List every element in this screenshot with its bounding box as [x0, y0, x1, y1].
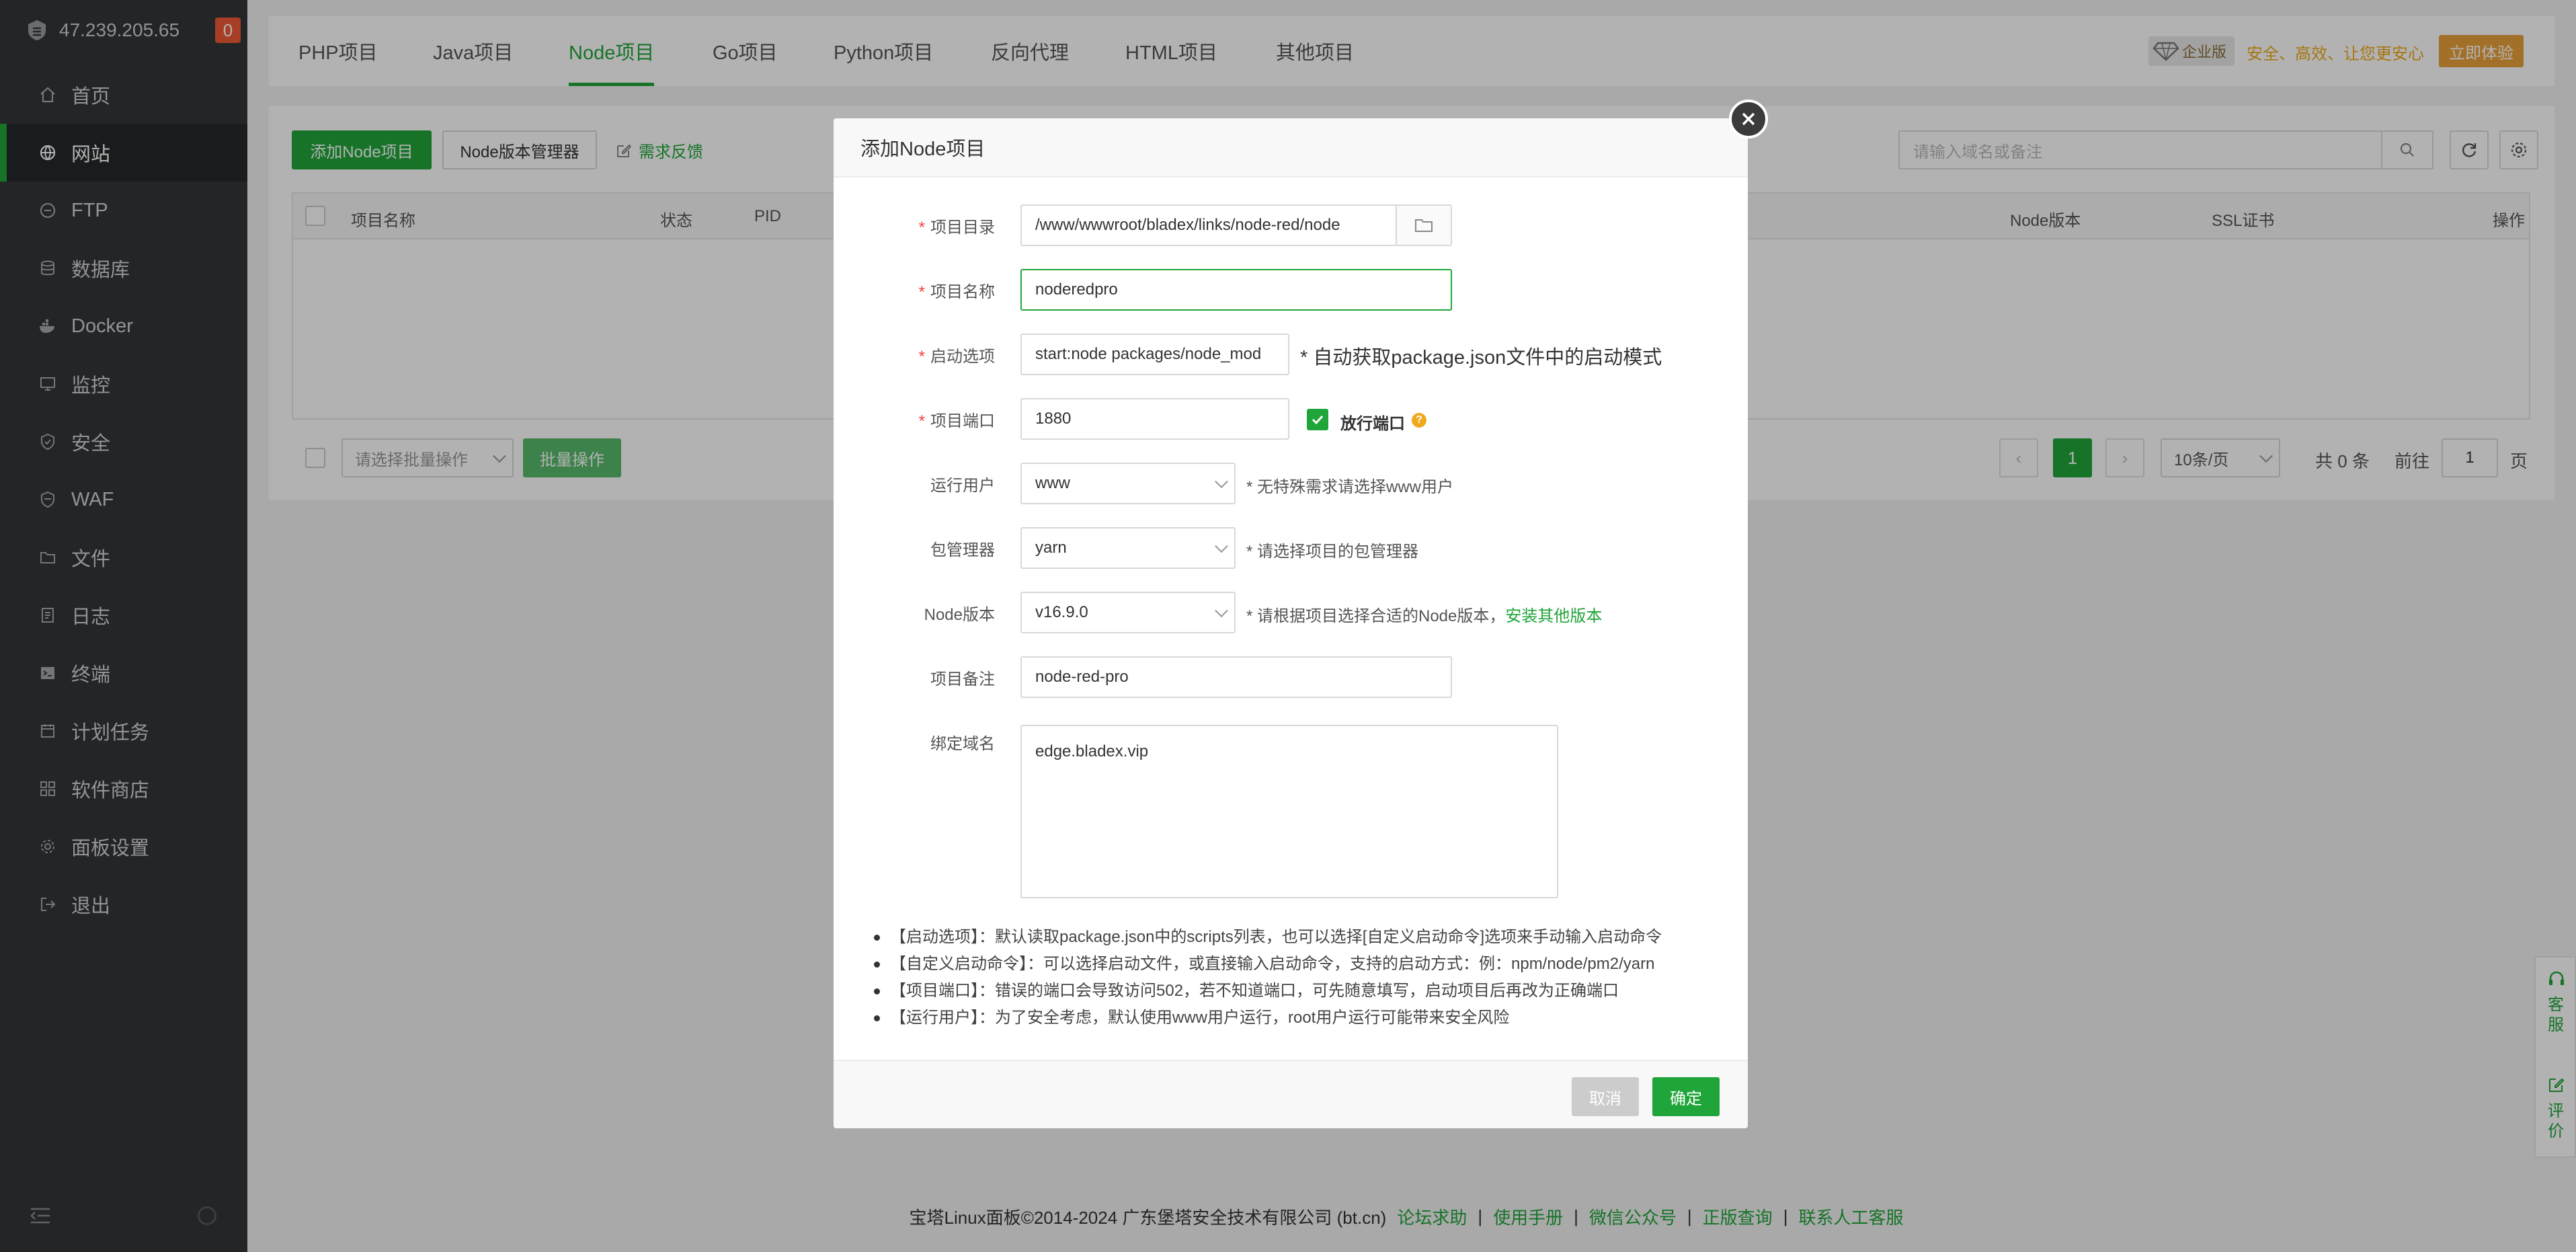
- node-version-select[interactable]: v16.9.0: [1020, 592, 1236, 633]
- package-manager-select[interactable]: yarn: [1020, 527, 1236, 569]
- close-dialog-button[interactable]: [1729, 100, 1768, 139]
- confirm-button[interactable]: 确定: [1652, 1077, 1720, 1116]
- help-notes: 【启动选项】：默认读取package.json中的scripts列表，也可以选择…: [871, 924, 1732, 1031]
- run-user-hint: * 无特殊需求请选择www用户: [1246, 478, 1454, 496]
- note-item: 【运行用户】：为了安全考虑，默认使用www用户运行，root用户运行可能带来安全…: [871, 1005, 1732, 1031]
- help-icon[interactable]: ?: [1412, 413, 1426, 428]
- node-version-label: Node版本: [924, 606, 995, 624]
- note-item: 【自定义启动命令】：可以选择启动文件，或直接输入启动命令，支持的启动方式：例：n…: [871, 951, 1732, 978]
- dialog-title: 添加Node项目: [860, 139, 985, 160]
- browse-folder-button[interactable]: [1396, 204, 1452, 246]
- open-port-label: 放行端口: [1340, 415, 1405, 433]
- node-version-hint: * 请根据项目选择合适的Node版本，安装其他版本: [1246, 602, 1602, 626]
- add-node-project-dialog: 添加Node项目 * 项目目录 /www/wwwroot/bladex/links…: [834, 118, 1748, 1128]
- package-manager-hint: * 请选择项目的包管理器: [1246, 543, 1419, 561]
- chevron-down-icon: [1215, 475, 1228, 489]
- project-port-label: * 项目端口: [918, 412, 995, 430]
- node-version-value: v16.9.0: [1035, 603, 1088, 621]
- note-item: 【启动选项】：默认读取package.json中的scripts列表，也可以选择…: [871, 924, 1732, 951]
- folder-icon: [1415, 219, 1433, 232]
- run-user-value: www: [1035, 474, 1070, 492]
- node-version-hint-text: * 请根据项目选择合适的Node版本，: [1246, 607, 1506, 625]
- bind-domain-label: 绑定域名: [930, 735, 995, 753]
- chevron-down-icon: [1215, 539, 1228, 553]
- run-user-select[interactable]: www: [1020, 463, 1236, 504]
- chevron-down-icon: [1215, 604, 1228, 618]
- project-port-input[interactable]: 1880: [1020, 398, 1289, 440]
- open-port-checkbox[interactable]: [1307, 409, 1328, 430]
- install-other-version-link[interactable]: 安装其他版本: [1505, 607, 1602, 625]
- remark-label: 项目备注: [930, 670, 995, 689]
- dialog-header: 添加Node项目: [834, 118, 1748, 178]
- dialog-footer: 取消 确定: [834, 1060, 1748, 1128]
- project-dir-label: * 项目目录: [918, 219, 995, 237]
- cancel-button[interactable]: 取消: [1572, 1077, 1639, 1116]
- project-name-input[interactable]: noderedpro: [1020, 269, 1452, 311]
- bind-domain-textarea[interactable]: edge.bladex.vip: [1020, 725, 1558, 898]
- note-item: 【项目端口】：错误的端口会导致访问502，若不知道端口，可先随意填写，启动项目后…: [871, 978, 1732, 1005]
- start-option-hint: * 自动获取package.json文件中的启动模式: [1300, 347, 1662, 368]
- package-manager-label: 包管理器: [930, 541, 995, 559]
- start-option-label: * 启动选项: [918, 348, 995, 366]
- start-option-select[interactable]: start:node packages/node_mod: [1020, 334, 1289, 375]
- project-dir-input[interactable]: /www/wwwroot/bladex/links/node-red/node: [1020, 204, 1397, 246]
- check-icon: [1312, 415, 1324, 425]
- package-manager-value: yarn: [1035, 539, 1067, 557]
- project-name-label: * 项目名称: [918, 283, 995, 301]
- run-user-label: 运行用户: [930, 477, 995, 495]
- remark-input[interactable]: node-red-pro: [1020, 656, 1452, 698]
- close-icon: [1742, 112, 1755, 126]
